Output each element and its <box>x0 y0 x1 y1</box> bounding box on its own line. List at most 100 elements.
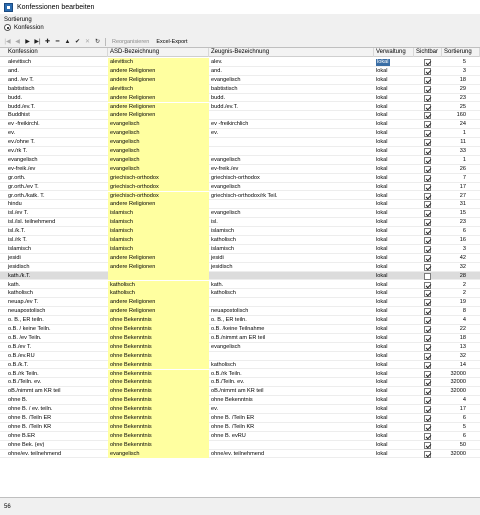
table-row[interactable]: oB./nimmt am KR teil ohne Bekenntnis oB./n… <box>0 387 480 397</box>
table-row[interactable]: Buddhist andere Religionen lokal 160 <box>0 111 480 121</box>
table-row[interactable]: o.B./rk Teiln. ohne Bekenntnis o.B./rk Tei… <box>0 369 480 379</box>
cell-verwaltung[interactable]: lokal <box>374 316 414 325</box>
cell-verwaltung[interactable]: lokal <box>374 396 414 405</box>
sichtbar-checkbox[interactable] <box>424 219 431 227</box>
cell-sortierung[interactable]: 24 <box>442 120 480 129</box>
cell-sortierung[interactable]: 6 <box>442 414 480 423</box>
cell-konfession[interactable]: ohne/ev. teilnehmend <box>6 450 108 459</box>
cell-konfession[interactable]: isl./isl. teilnehmend <box>6 218 108 227</box>
cell-verwaltung[interactable]: lokal <box>374 263 414 272</box>
cell-zeugnis[interactable]: kath. <box>209 281 374 290</box>
cell-sortierung[interactable]: 27 <box>442 192 480 201</box>
cell-konfession[interactable]: jesidisch <box>6 263 108 272</box>
table-row[interactable]: gr.orth. griechisch-orthodox griechisch-or… <box>0 173 480 183</box>
cell-verwaltung[interactable]: lokal <box>374 58 414 67</box>
sichtbar-checkbox[interactable] <box>424 210 431 218</box>
cell-sortierung[interactable]: 25 <box>442 103 480 112</box>
cell-sortierung[interactable]: 7 <box>442 174 480 183</box>
sichtbar-checkbox[interactable] <box>424 281 431 289</box>
sichtbar-checkbox[interactable] <box>424 370 431 378</box>
sichtbar-checkbox[interactable] <box>424 415 431 422</box>
cell-sortierung[interactable]: 23 <box>442 94 480 103</box>
cell-sortierung[interactable]: 3 <box>442 245 480 254</box>
table-row[interactable]: kath./k.T. lokal 28 <box>0 271 480 281</box>
cell-verwaltung[interactable]: lokal <box>374 103 414 112</box>
cell-zeugnis[interactable]: budd. <box>209 94 374 103</box>
sichtbar-checkbox[interactable] <box>424 156 431 164</box>
cell-zeugnis[interactable]: ohne/ev. teilnehmend <box>209 450 374 459</box>
col-sortierung[interactable]: Sortierung <box>442 48 480 57</box>
sichtbar-checkbox[interactable] <box>424 326 431 333</box>
cell-verwaltung[interactable]: lokal <box>374 298 414 307</box>
table-row[interactable]: ev./rk T. evangelisch lokal 33 <box>0 147 480 156</box>
cell-zeugnis[interactable]: isl. <box>209 218 374 227</box>
cell-konfession[interactable]: islamisch <box>6 245 108 254</box>
sichtbar-checkbox[interactable] <box>424 94 431 102</box>
cell-konfession[interactable]: ev -freikirchl. <box>6 120 108 129</box>
cell-verwaltung[interactable]: lokal <box>374 245 414 254</box>
cell-zeugnis[interactable]: o.B./rk Teiln. <box>209 370 374 379</box>
cell-verwaltung[interactable]: lokal <box>374 147 414 156</box>
cell-asd[interactable]: andere Religionen <box>108 307 209 317</box>
cell-asd[interactable]: islamisch <box>108 227 209 236</box>
move-up-icon[interactable]: ▲ <box>63 37 72 46</box>
radio-icon[interactable] <box>4 24 11 31</box>
table-row[interactable]: o.B./ev T. ohne Bekenntnis evangelisch loka… <box>0 342 480 352</box>
cell-zeugnis[interactable]: ev -freikirchlich <box>209 120 374 129</box>
cell-sortierung[interactable]: 11 <box>442 138 480 147</box>
sichtbar-checkbox[interactable] <box>424 388 431 396</box>
cell-asd[interactable]: evangelisch <box>108 120 209 130</box>
sichtbar-checkbox[interactable] <box>424 343 431 351</box>
table-row[interactable]: islamisch islamisch islamisch lokal 3 <box>0 244 480 254</box>
table-row[interactable]: isl./k.T. islamisch islamisch lokal 6 <box>0 227 480 236</box>
table-row[interactable]: o.B. / keine Teiln. ohne Bekenntnis o.B. /… <box>0 325 480 334</box>
cell-konfession[interactable]: neuap./ev T. <box>6 298 108 307</box>
cell-sortierung[interactable]: 14 <box>442 361 480 370</box>
cell-verwaltung[interactable]: lokal <box>374 156 414 165</box>
table-row[interactable]: evangelisch evangelisch evangelisch lokal 1 <box>0 155 480 165</box>
cell-asd[interactable]: andere Religionen <box>108 200 209 210</box>
cell-konfession[interactable]: ev./ohne T. <box>6 138 108 147</box>
cell-asd[interactable]: ohne Bekenntnis <box>108 378 209 388</box>
table-row[interactable]: kath. katholisch kath. lokal 2 <box>0 280 480 290</box>
cell-sortierung[interactable]: 29 <box>442 85 480 94</box>
cell-konfession[interactable]: gr.orth./ev T. <box>6 183 108 192</box>
cell-sortierung[interactable]: 17 <box>442 183 480 192</box>
table-row[interactable]: ohne B. /Teiln ER ohne Bekenntnis ohne B. … <box>0 414 480 423</box>
cell-verwaltung[interactable]: lokal <box>374 236 414 245</box>
cell-asd[interactable]: ohne Bekenntnis <box>108 431 209 441</box>
sichtbar-checkbox[interactable] <box>424 299 431 307</box>
table-row[interactable]: ohne B. /Teiln KR ohne Bekenntnis ohne B. … <box>0 422 480 432</box>
table-row[interactable]: budd. andere Religionen budd. lokal 23 <box>0 93 480 103</box>
cell-verwaltung[interactable]: lokal <box>374 129 414 138</box>
col-zeugnis[interactable]: Zeugnis-Bezeichnung <box>209 48 374 57</box>
cell-sortierung[interactable]: 2 <box>442 281 480 290</box>
cell-konfession[interactable]: ohne B. /Teiln KR <box>6 423 108 432</box>
cell-zeugnis[interactable]: katholisch <box>209 236 374 245</box>
cell-zeugnis[interactable]: griechisch-orthodox <box>209 174 374 183</box>
cell-sortierung[interactable]: 5 <box>442 423 480 432</box>
cell-sortierung[interactable]: 32000 <box>442 450 480 459</box>
cell-asd[interactable]: andere Religionen <box>108 111 209 121</box>
cell-zeugnis[interactable]: ohne B. /Teiln ER <box>209 414 374 423</box>
cell-sortierung[interactable]: 32 <box>442 263 480 272</box>
cell-konfession[interactable]: budd. <box>6 94 108 103</box>
table-row[interactable]: and. andere Religionen and. lokal 3 <box>0 66 480 76</box>
cell-zeugnis[interactable] <box>209 200 374 209</box>
cell-konfession[interactable]: ev-freik./ev <box>6 165 108 174</box>
sichtbar-checkbox[interactable] <box>424 192 431 200</box>
cell-konfession[interactable]: gr.orth. <box>6 174 108 183</box>
cell-konfession[interactable]: gr.orth./katk. T. <box>6 192 108 201</box>
cell-asd[interactable]: ohne Bekenntnis <box>108 396 209 406</box>
cell-zeugnis[interactable]: jesidi <box>209 254 374 263</box>
table-row[interactable]: ohne B. ohne Bekenntnis ohne Bekenntnis lok… <box>0 396 480 406</box>
cell-asd[interactable]: evangelisch <box>108 155 209 165</box>
cell-konfession[interactable]: o.B./ev.RU <box>6 352 108 361</box>
cell-asd[interactable]: islamisch <box>108 236 209 245</box>
cell-asd[interactable]: islamisch <box>108 218 209 228</box>
sichtbar-checkbox[interactable] <box>424 397 431 405</box>
cell-zeugnis[interactable]: o. B., ER teiln. <box>209 316 374 325</box>
sichtbar-checkbox[interactable] <box>424 103 431 111</box>
cell-sortierung[interactable]: 28 <box>442 272 480 281</box>
cell-konfession[interactable]: budd./ev.T. <box>6 103 108 112</box>
